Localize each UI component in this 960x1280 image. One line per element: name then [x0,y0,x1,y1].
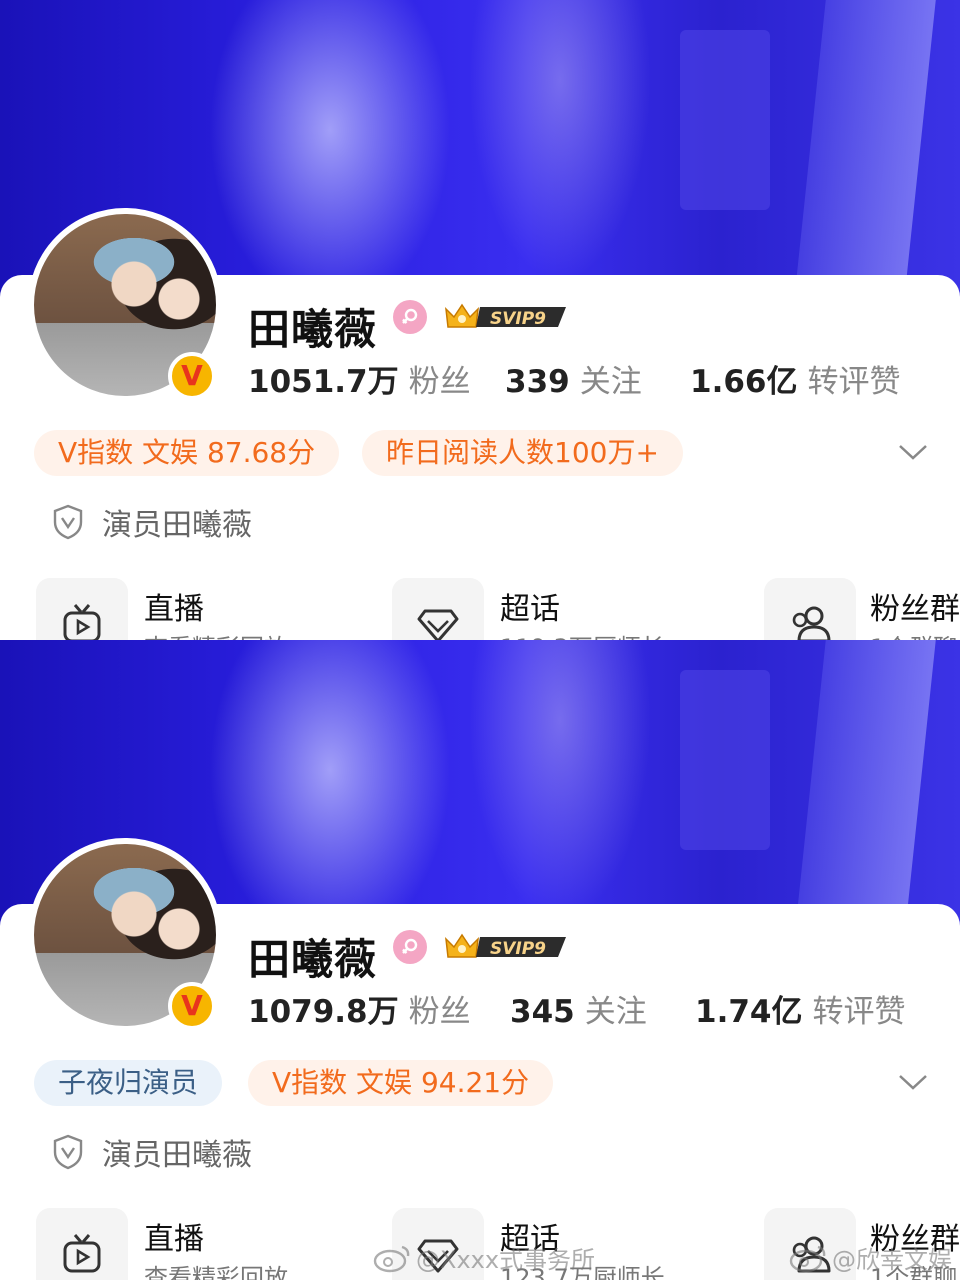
stat-followers[interactable]: 1079.8万 粉丝 [248,986,471,1031]
svip-label: SVIP9 [490,309,546,329]
watermark-2: @欣幸文娱 [788,1240,952,1275]
profile-screen-1: V 田曦薇 SVIP9 1051.7万 粉丝 339 关注 1.66亿 转评赞 V指数… [0,0,960,640]
v-verified-icon: V [168,352,216,400]
live-tv-icon[interactable] [36,578,128,640]
shield-v-icon [53,504,83,540]
female-icon [393,300,427,334]
stat-following[interactable]: 345 关注 [510,986,647,1031]
entry-supertopic-title[interactable]: 超话 [500,584,560,628]
stat-following[interactable]: 339 关注 [505,356,642,401]
stat-label: 粉丝 [408,994,471,1030]
tag-v-index[interactable]: V指数 文娱 94.21分 [248,1060,554,1106]
stat-value: 345 [510,994,575,1030]
shield-v-icon [53,1134,83,1170]
group-icon[interactable] [764,578,856,640]
profile-name: 田曦薇 [248,935,378,984]
diamond-icon[interactable] [392,578,484,640]
stat-interactions[interactable]: 1.74亿 转评赞 [695,986,906,1031]
stat-value: 339 [505,364,570,400]
stat-value: 1.66亿 [690,364,798,400]
cover-wall-light [794,640,936,940]
tag-daily-readers[interactable]: 昨日阅读人数100万+ [362,430,683,476]
entry-live-title[interactable]: 直播 [144,1214,204,1258]
stat-followers[interactable]: 1051.7万 粉丝 [248,356,471,401]
weibo-logo-icon [373,1245,410,1272]
profile-screen-2: V 田曦薇 SVIP9 1079.8万 粉丝 345 关注 1.74亿 转评赞 子夜归… [0,640,960,1280]
verification-row: 演员田曦薇 [52,1130,252,1174]
verification-row: 演员田曦薇 [52,500,252,544]
female-icon [393,930,427,964]
stat-label: 转评赞 [807,364,901,400]
entry-fangroup-subtitle: 1个群聊 [870,628,957,640]
cover-wall-light [794,0,936,300]
entry-live-title[interactable]: 直播 [144,584,204,628]
tag-drama-role[interactable]: 子夜归演员 [34,1060,223,1106]
stat-value: 1.74亿 [695,994,803,1030]
cover-wall-panel [680,670,770,850]
cover-wall-panel [680,30,770,210]
chevron-down-icon[interactable] [896,1070,930,1094]
watermark-text: @Xxxx式事务所 [416,1246,596,1274]
verification-text: 演员田曦薇 [102,508,252,543]
weibo-logo-icon [789,1245,826,1272]
v-verified-icon: V [168,982,216,1030]
stat-value: 1051.7万 [248,364,399,400]
entry-fangroup-title[interactable]: 粉丝群 [870,584,960,628]
stat-label: 粉丝 [408,364,471,400]
stat-label: 关注 [579,364,642,400]
live-tv-icon[interactable] [36,1208,128,1280]
crown-svip-icon[interactable]: SVIP9 [442,299,570,333]
entry-live-subtitle: 查看精彩回放 [144,1264,288,1280]
profile-name: 田曦薇 [248,305,378,354]
stat-value: 1079.8万 [248,994,399,1030]
svip-label: SVIP9 [490,939,546,959]
stat-label: 关注 [584,994,647,1030]
crown-svip-icon[interactable]: SVIP9 [442,929,570,963]
stat-label: 转评赞 [812,994,906,1030]
entry-supertopic-subtitle: 119.3万厨师长 [500,628,665,640]
watermark-1: @Xxxx式事务所 [372,1240,595,1275]
tag-v-index[interactable]: V指数 文娱 87.68分 [34,430,340,476]
watermark-text: @欣幸文娱 [832,1246,952,1274]
chevron-down-icon[interactable] [896,440,930,464]
stat-interactions[interactable]: 1.66亿 转评赞 [690,356,901,401]
verification-text: 演员田曦薇 [102,1138,252,1173]
entry-live-subtitle: 查看精彩回放 [144,628,288,640]
